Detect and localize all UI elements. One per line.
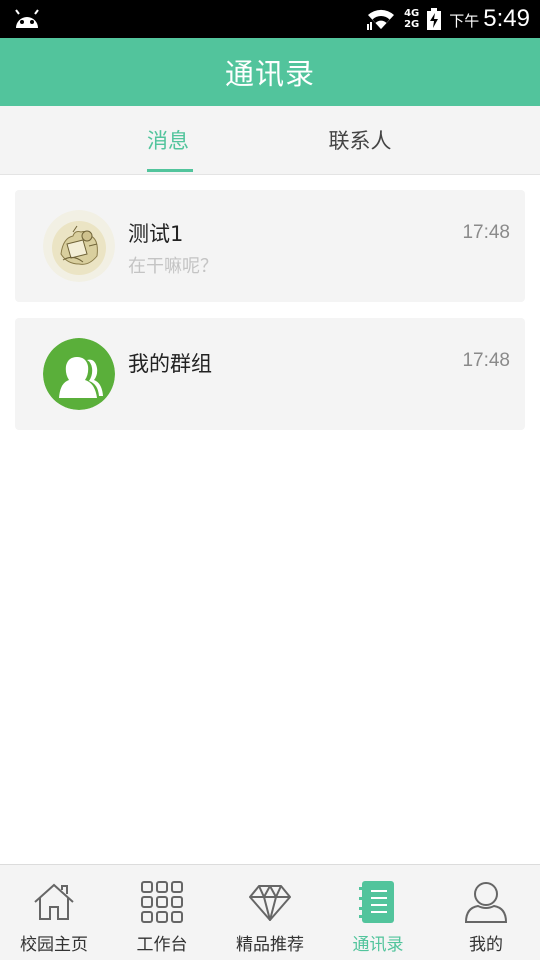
android-notification-icon [15, 9, 39, 28]
title-bar: 通讯录 [0, 38, 540, 106]
cellular-signal-indicator: 4G 2G [404, 8, 419, 30]
conversation-item[interactable]: 我的群组 17:48 [15, 318, 525, 430]
tab-bar: 消息 联系人 [0, 106, 540, 175]
nav-label: 工作台 [136, 935, 188, 955]
sketch-photo-avatar-icon [43, 210, 115, 282]
status-bar: 4G 2G 下午 5:49 [0, 0, 540, 38]
nav-item-workbench[interactable]: 工作台 [108, 865, 216, 960]
conversation-name: 我的群组 [128, 352, 212, 376]
nav-item-mine[interactable]: 我的 [432, 865, 540, 960]
network-type-top: 4G [404, 8, 420, 19]
tab-contacts[interactable]: 联系人 [312, 106, 408, 174]
clock-ampm: 下午 [449, 12, 480, 30]
nav-item-campus-home[interactable]: 校园主页 [0, 865, 108, 960]
conversation-name: 测试1 [128, 222, 184, 246]
nav-label: 精品推荐 [236, 935, 304, 955]
contacts-book-icon [359, 881, 394, 923]
tab-messages[interactable]: 消息 [120, 106, 216, 174]
group-avatar-icon [43, 338, 115, 410]
active-tab-indicator [147, 169, 193, 172]
conversation-time: 17:48 [462, 350, 510, 371]
nav-label: 校园主页 [20, 935, 88, 955]
page-title: 通讯录 [224, 57, 315, 91]
diamond-icon [249, 885, 291, 921]
wifi-icon [367, 9, 395, 30]
user-icon [465, 882, 507, 923]
nav-item-recommended[interactable]: 精品推荐 [216, 865, 324, 960]
conversation-time: 17:48 [462, 222, 510, 243]
clock-time: 5:49 [483, 5, 530, 32]
home-icon [34, 883, 74, 920]
network-type-bottom: 2G [404, 19, 420, 30]
grid-icon [141, 881, 183, 923]
nav-label: 通讯录 [352, 935, 404, 955]
conversation-preview: 在干嘛呢？ [128, 256, 218, 277]
battery-charging-icon [427, 8, 442, 30]
nav-item-contacts[interactable]: 通讯录 [324, 865, 432, 960]
bottom-navigation: 校园主页 工作台 精品推荐 通讯录 我的 [0, 864, 540, 960]
status-clock: 下午 5:49 [449, 5, 530, 33]
nav-label: 我的 [469, 935, 503, 955]
conversation-item[interactable]: 测试1 在干嘛呢？ 17:48 [15, 190, 525, 302]
